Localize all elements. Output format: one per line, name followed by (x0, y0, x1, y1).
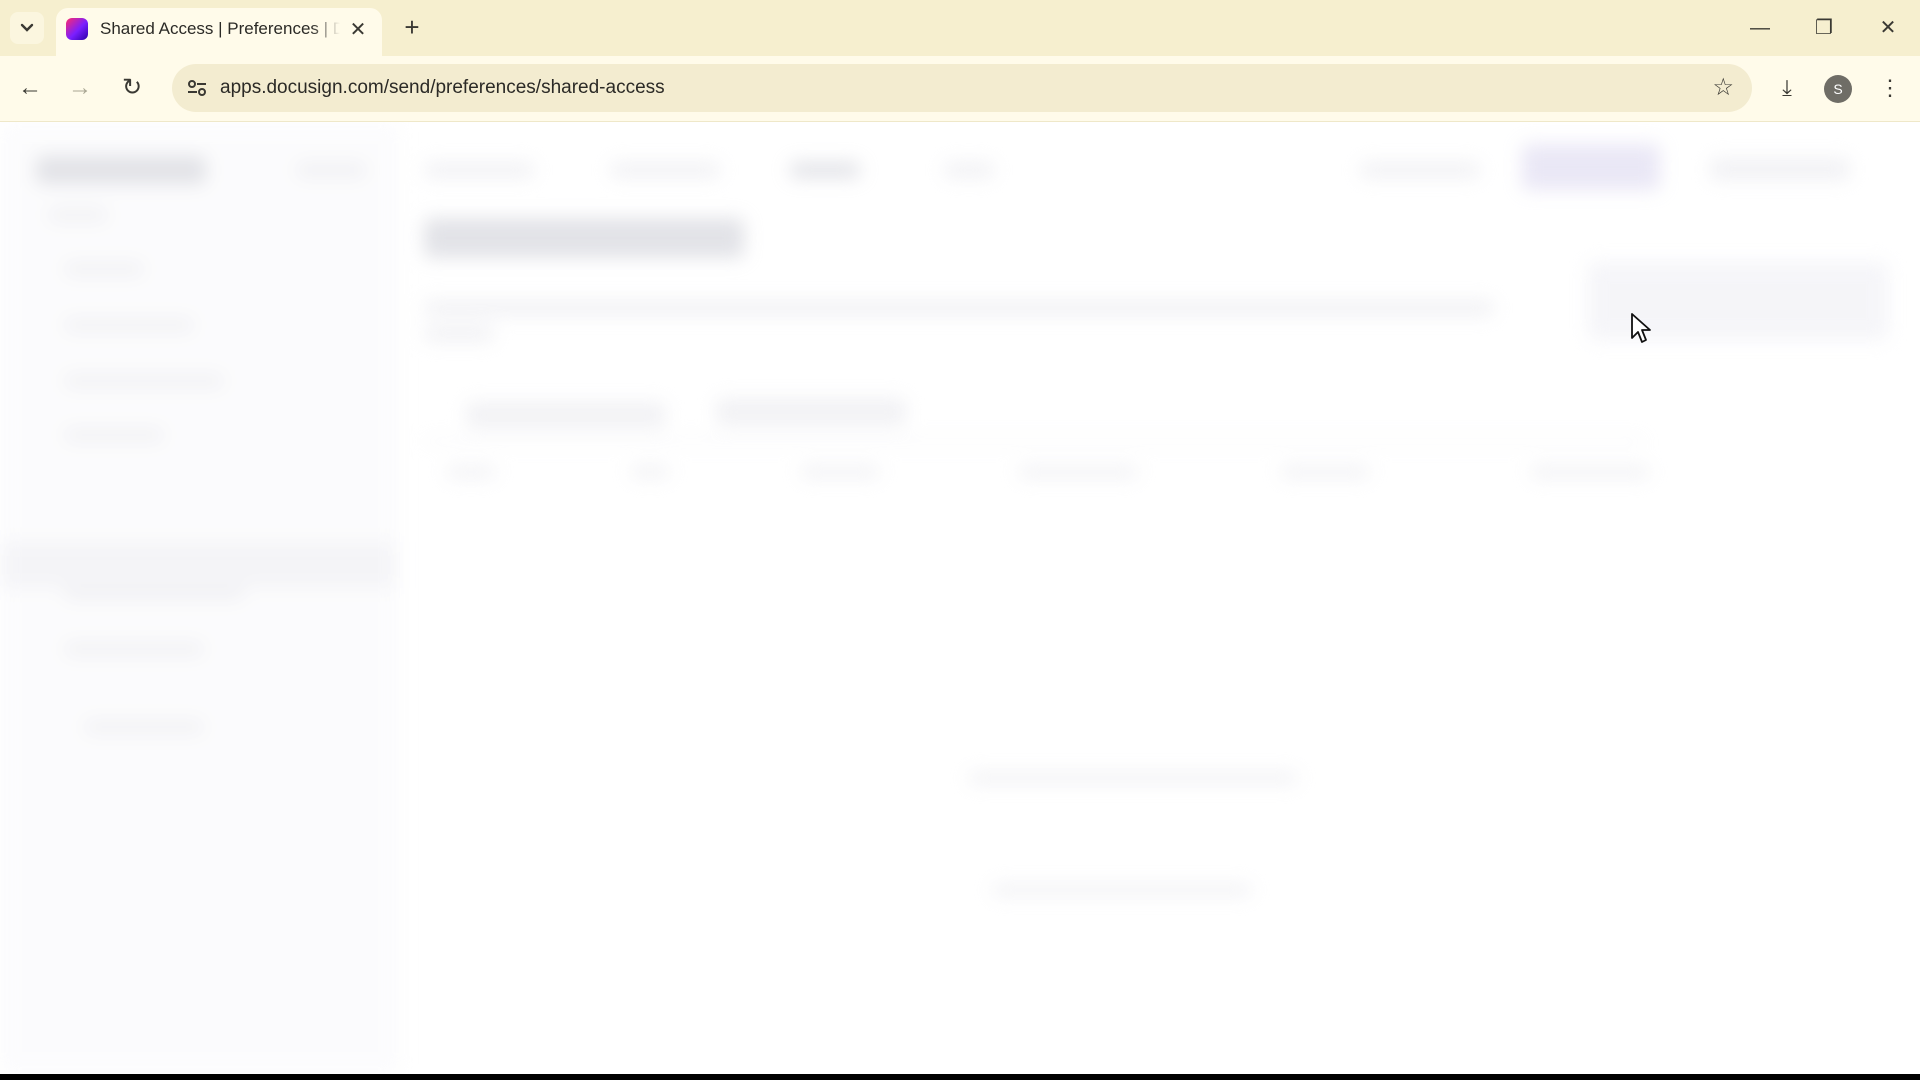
reload-button[interactable]: ↻ (113, 69, 151, 107)
new-tab-button[interactable]: + (396, 12, 428, 44)
tab-placeholder (466, 402, 666, 428)
column-header-placeholder (1018, 466, 1138, 478)
logo-placeholder (36, 156, 206, 184)
tab-placeholder (716, 398, 906, 426)
mouse-cursor-icon (1631, 313, 1651, 343)
column-header-placeholder (446, 466, 496, 478)
sidebar-text-placeholder (64, 318, 194, 332)
tab-title: Shared Access | Preferences | DocuSign (100, 19, 340, 38)
chevron-down-icon (20, 23, 34, 32)
page-title-placeholder (424, 218, 744, 258)
nav-placeholder (610, 162, 720, 178)
sidebar-active-item-placeholder (0, 542, 395, 588)
bookmark-star-icon[interactable]: ☆ (1712, 74, 1734, 102)
nav-placeholder (944, 162, 994, 178)
nav-placeholder (296, 162, 366, 178)
bottom-edge (0, 1074, 1920, 1080)
nav-placeholder (424, 162, 534, 178)
tune-icon (188, 80, 206, 96)
active-tab[interactable]: Shared Access | Preferences | DocuSign ✕ (56, 8, 382, 56)
download-icon[interactable]: ⤓ (1768, 69, 1806, 107)
browser-menu-button[interactable]: ⋮ (1871, 69, 1909, 107)
sidebar-text-placeholder (48, 208, 108, 222)
docusign-logo-icon (66, 18, 88, 40)
sidebar-text-placeholder (84, 720, 204, 734)
sidebar-text-placeholder (64, 262, 144, 276)
divider-placeholder (424, 440, 1644, 443)
blurred-layout (0, 122, 1920, 1074)
restore-button[interactable]: ❐ (1804, 10, 1844, 46)
empty-state-placeholder (968, 772, 1298, 784)
description-placeholder (424, 300, 1494, 316)
column-header-placeholder (1530, 466, 1650, 478)
browser-tab-bar: Shared Access | Preferences | DocuSign ✕… (0, 0, 1920, 56)
column-header-placeholder (1280, 466, 1370, 478)
tab-close-button[interactable]: ✕ (346, 18, 370, 42)
close-window-button[interactable]: ✕ (1868, 10, 1908, 46)
sidebar-text-placeholder (64, 374, 224, 388)
address-bar[interactable]: apps.docusign.com/send/preferences/share… (172, 64, 1752, 112)
url-text[interactable]: apps.docusign.com/send/preferences/share… (220, 77, 665, 99)
sidebar-text-placeholder (64, 642, 204, 656)
tab-search-button[interactable] (10, 12, 44, 44)
browser-toolbar: ← → ↻ apps.docusign.com/send/preferences… (0, 56, 1920, 122)
nav-placeholder (1360, 162, 1480, 178)
site-info-button[interactable] (180, 71, 214, 105)
page-content-blurred (0, 122, 1920, 1074)
primary-button-placeholder (1522, 144, 1660, 190)
sidebar-text-placeholder (64, 586, 244, 600)
nav-placeholder (790, 162, 860, 178)
description-placeholder (424, 326, 494, 342)
sidebar-text-placeholder (64, 428, 164, 442)
minimize-button[interactable]: — (1740, 10, 1780, 46)
empty-state-placeholder (992, 884, 1252, 896)
forward-button[interactable]: → (61, 69, 99, 107)
column-header-placeholder (630, 466, 670, 478)
nav-placeholder (1710, 158, 1850, 180)
back-button[interactable]: ← (11, 69, 49, 107)
column-header-placeholder (800, 466, 880, 478)
profile-avatar[interactable]: S (1824, 75, 1852, 103)
